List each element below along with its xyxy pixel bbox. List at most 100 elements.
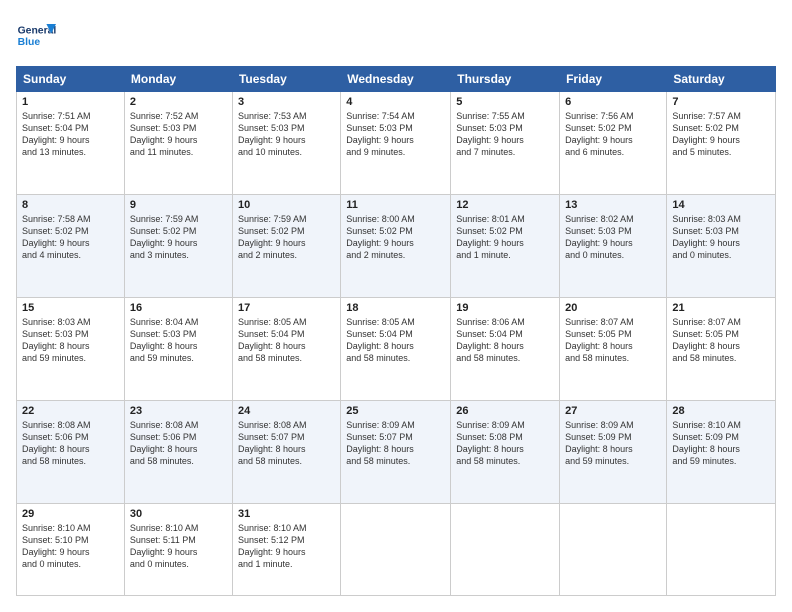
calendar-day-cell: 19Sunrise: 8:06 AMSunset: 5:04 PMDayligh… — [451, 297, 560, 400]
day-number: 10 — [238, 199, 335, 211]
svg-text:Blue: Blue — [18, 37, 41, 48]
day-info: Sunrise: 7:58 AMSunset: 5:02 PMDaylight:… — [22, 213, 119, 262]
header: General Blue — [16, 16, 776, 56]
day-info: Sunrise: 8:08 AMSunset: 5:06 PMDaylight:… — [130, 419, 227, 468]
day-number: 31 — [238, 508, 335, 520]
calendar-day-cell: 29 Sunrise: 8:10 AMSunset: 5:10 PMDayligh… — [17, 503, 125, 595]
calendar-header-row: SundayMondayTuesdayWednesdayThursdayFrid… — [17, 67, 776, 92]
day-number: 23 — [130, 405, 227, 417]
day-info: Sunrise: 8:00 AMSunset: 5:02 PMDaylight:… — [346, 213, 445, 262]
day-number: 9 — [130, 199, 227, 211]
calendar-day-cell: 12 Sunrise: 8:01 AMSunset: 5:02 PMDayligh… — [451, 194, 560, 297]
calendar-day-cell: 24Sunrise: 8:08 AMSunset: 5:07 PMDayligh… — [232, 400, 340, 503]
calendar-day-cell: 3Sunrise: 7:53 AMSunset: 5:03 PMDaylight… — [232, 92, 340, 195]
day-info: Sunrise: 8:05 AMSunset: 5:04 PMDaylight:… — [346, 316, 445, 365]
day-info: Sunrise: 8:03 AMSunset: 5:03 PMDaylight:… — [22, 316, 119, 365]
day-info: Sunrise: 7:59 AMSunset: 5:02 PMDaylight:… — [238, 213, 335, 262]
calendar-day-cell: 28 Sunrise: 8:10 AMSunset: 5:09 PMDayligh… — [667, 400, 776, 503]
day-number: 18 — [346, 302, 445, 314]
calendar-day-cell: 25 Sunrise: 8:09 AMSunset: 5:07 PMDayligh… — [341, 400, 451, 503]
day-info: Sunrise: 8:01 AMSunset: 5:02 PMDaylight:… — [456, 213, 554, 262]
calendar-week-row: 29 Sunrise: 8:10 AMSunset: 5:10 PMDayligh… — [17, 503, 776, 595]
day-number: 2 — [130, 96, 227, 108]
day-number: 7 — [672, 96, 770, 108]
calendar-day-cell: 13 Sunrise: 8:02 AMSunset: 5:03 PMDayligh… — [560, 194, 667, 297]
calendar-day-cell: 14 Sunrise: 8:03 AMSunset: 5:03 PMDayligh… — [667, 194, 776, 297]
logo: General Blue — [16, 16, 60, 56]
calendar-day-cell: 9 Sunrise: 7:59 AMSunset: 5:02 PMDaylight… — [124, 194, 232, 297]
day-number: 6 — [565, 96, 661, 108]
day-header-saturday: Saturday — [667, 67, 776, 92]
calendar-week-row: 8 Sunrise: 7:58 AMSunset: 5:02 PMDaylight… — [17, 194, 776, 297]
day-number: 14 — [672, 199, 770, 211]
day-info: Sunrise: 8:03 AMSunset: 5:03 PMDaylight:… — [672, 213, 770, 262]
day-header-wednesday: Wednesday — [341, 67, 451, 92]
day-header-friday: Friday — [560, 67, 667, 92]
day-number: 27 — [565, 405, 661, 417]
day-info: Sunrise: 8:09 AMSunset: 5:07 PMDaylight:… — [346, 419, 445, 468]
day-info: Sunrise: 8:08 AMSunset: 5:07 PMDaylight:… — [238, 419, 335, 468]
day-number: 29 — [22, 508, 119, 520]
day-header-sunday: Sunday — [17, 67, 125, 92]
calendar-day-cell: 10 Sunrise: 7:59 AMSunset: 5:02 PMDayligh… — [232, 194, 340, 297]
calendar-day-cell — [451, 503, 560, 595]
day-number: 12 — [456, 199, 554, 211]
day-info: Sunrise: 8:06 AMSunset: 5:04 PMDaylight:… — [456, 316, 554, 365]
calendar-day-cell: 8 Sunrise: 7:58 AMSunset: 5:02 PMDaylight… — [17, 194, 125, 297]
day-number: 17 — [238, 302, 335, 314]
day-info: Sunrise: 7:57 AMSunset: 5:02 PMDaylight:… — [672, 110, 770, 159]
calendar-day-cell: 21 Sunrise: 8:07 AMSunset: 5:05 PMDayligh… — [667, 297, 776, 400]
calendar-day-cell — [560, 503, 667, 595]
day-number: 22 — [22, 405, 119, 417]
day-header-thursday: Thursday — [451, 67, 560, 92]
day-info: Sunrise: 8:09 AMSunset: 5:09 PMDaylight:… — [565, 419, 661, 468]
calendar-day-cell: 5 Sunrise: 7:55 AMSunset: 5:03 PMDaylight… — [451, 92, 560, 195]
day-info: Sunrise: 8:10 AMSunset: 5:12 PMDaylight:… — [238, 522, 335, 571]
day-info: Sunrise: 8:10 AMSunset: 5:10 PMDaylight:… — [22, 522, 119, 571]
calendar-day-cell: 26Sunrise: 8:09 AMSunset: 5:08 PMDayligh… — [451, 400, 560, 503]
day-number: 4 — [346, 96, 445, 108]
day-info: Sunrise: 7:59 AMSunset: 5:02 PMDaylight:… — [130, 213, 227, 262]
day-number: 16 — [130, 302, 227, 314]
calendar-day-cell: 11 Sunrise: 8:00 AMSunset: 5:02 PMDayligh… — [341, 194, 451, 297]
day-number: 1 — [22, 96, 119, 108]
day-info: Sunrise: 8:05 AMSunset: 5:04 PMDaylight:… — [238, 316, 335, 365]
calendar-day-cell: 18 Sunrise: 8:05 AMSunset: 5:04 PMDayligh… — [341, 297, 451, 400]
day-number: 11 — [346, 199, 445, 211]
day-info: Sunrise: 8:07 AMSunset: 5:05 PMDaylight:… — [565, 316, 661, 365]
day-info: Sunrise: 8:10 AMSunset: 5:11 PMDaylight:… — [130, 522, 227, 571]
calendar-week-row: 15 Sunrise: 8:03 AMSunset: 5:03 PMDayligh… — [17, 297, 776, 400]
calendar-day-cell — [341, 503, 451, 595]
day-info: Sunrise: 7:51 AMSunset: 5:04 PMDaylight:… — [22, 110, 119, 159]
calendar-day-cell: 4Sunrise: 7:54 AMSunset: 5:03 PMDaylight… — [341, 92, 451, 195]
day-info: Sunrise: 8:10 AMSunset: 5:09 PMDaylight:… — [672, 419, 770, 468]
calendar-day-cell: 30 Sunrise: 8:10 AMSunset: 5:11 PMDayligh… — [124, 503, 232, 595]
calendar-week-row: 22 Sunrise: 8:08 AMSunset: 5:06 PMDayligh… — [17, 400, 776, 503]
day-info: Sunrise: 7:55 AMSunset: 5:03 PMDaylight:… — [456, 110, 554, 159]
day-info: Sunrise: 7:53 AMSunset: 5:03 PMDaylight:… — [238, 110, 335, 159]
day-info: Sunrise: 8:02 AMSunset: 5:03 PMDaylight:… — [565, 213, 661, 262]
calendar-day-cell — [667, 503, 776, 595]
day-number: 30 — [130, 508, 227, 520]
calendar-day-cell: 2 Sunrise: 7:52 AMSunset: 5:03 PMDaylight… — [124, 92, 232, 195]
day-number: 5 — [456, 96, 554, 108]
day-number: 21 — [672, 302, 770, 314]
calendar-day-cell: 6 Sunrise: 7:56 AMSunset: 5:02 PMDaylight… — [560, 92, 667, 195]
day-number: 15 — [22, 302, 119, 314]
day-info: Sunrise: 8:08 AMSunset: 5:06 PMDaylight:… — [22, 419, 119, 468]
day-number: 25 — [346, 405, 445, 417]
day-number: 28 — [672, 405, 770, 417]
calendar-day-cell: 15 Sunrise: 8:03 AMSunset: 5:03 PMDayligh… — [17, 297, 125, 400]
calendar-day-cell: 17 Sunrise: 8:05 AMSunset: 5:04 PMDayligh… — [232, 297, 340, 400]
day-info: Sunrise: 7:56 AMSunset: 5:02 PMDaylight:… — [565, 110, 661, 159]
day-info: Sunrise: 7:52 AMSunset: 5:03 PMDaylight:… — [130, 110, 227, 159]
calendar-day-cell: 31 Sunrise: 8:10 AMSunset: 5:12 PMDayligh… — [232, 503, 340, 595]
day-header-monday: Monday — [124, 67, 232, 92]
day-number: 8 — [22, 199, 119, 211]
day-info: Sunrise: 8:07 AMSunset: 5:05 PMDaylight:… — [672, 316, 770, 365]
calendar-day-cell: 27 Sunrise: 8:09 AMSunset: 5:09 PMDayligh… — [560, 400, 667, 503]
calendar-week-row: 1 Sunrise: 7:51 AMSunset: 5:04 PMDaylight… — [17, 92, 776, 195]
day-number: 13 — [565, 199, 661, 211]
calendar-day-cell: 20Sunrise: 8:07 AMSunset: 5:05 PMDayligh… — [560, 297, 667, 400]
day-info: Sunrise: 8:04 AMSunset: 5:03 PMDaylight:… — [130, 316, 227, 365]
